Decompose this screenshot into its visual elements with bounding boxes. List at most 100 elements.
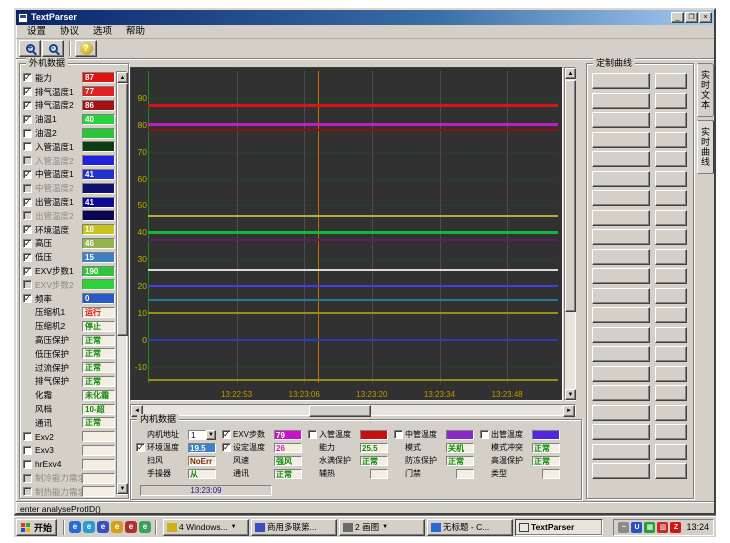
checkbox[interactable] xyxy=(480,430,489,439)
zoom-out-button[interactable]: - xyxy=(42,40,64,57)
checkbox[interactable] xyxy=(23,474,32,483)
restore-button[interactable]: ❐ xyxy=(685,12,698,23)
custom-value-button[interactable] xyxy=(655,366,687,382)
scroll-up-icon[interactable]: ▲ xyxy=(117,72,128,83)
start-button[interactable]: 开始 xyxy=(16,519,57,536)
custom-curve-button[interactable] xyxy=(592,346,650,362)
custom-curve-button[interactable] xyxy=(592,327,650,343)
chart-hscroll-thumb[interactable] xyxy=(309,405,371,417)
media-icon[interactable]: e xyxy=(111,521,123,533)
checkbox[interactable]: ✓ xyxy=(23,267,32,276)
custom-value-button[interactable] xyxy=(655,93,687,109)
help-button[interactable]: ? xyxy=(75,40,97,57)
custom-curve-button[interactable] xyxy=(592,444,650,460)
custom-value-button[interactable] xyxy=(655,112,687,128)
time-cursor-line[interactable] xyxy=(318,71,319,383)
gray-bird-icon[interactable]: ~ xyxy=(618,522,629,533)
checkbox[interactable]: ✓ xyxy=(23,198,32,207)
custom-curve-button[interactable] xyxy=(592,210,650,226)
task-button[interactable]: TextParser xyxy=(515,519,603,536)
task-button[interactable]: 无标题 - C... xyxy=(427,519,513,536)
checkbox[interactable] xyxy=(23,211,32,220)
side-tab-text[interactable]: 实时文本 xyxy=(697,63,714,117)
menu-item[interactable]: 帮助 xyxy=(119,25,152,39)
checkbox[interactable] xyxy=(23,156,32,165)
custom-curve-button[interactable] xyxy=(592,249,650,265)
custom-value-button[interactable] xyxy=(655,171,687,187)
custom-value-button[interactable] xyxy=(655,424,687,440)
custom-value-button[interactable] xyxy=(655,463,687,479)
checkbox[interactable]: ✓ xyxy=(222,443,231,452)
custom-curve-button[interactable] xyxy=(592,171,650,187)
checkbox[interactable] xyxy=(308,430,317,439)
checkbox[interactable]: ✓ xyxy=(23,73,32,82)
custom-curve-button[interactable] xyxy=(592,190,650,206)
custom-value-button[interactable] xyxy=(655,444,687,460)
title-bar[interactable]: TextParser _ ❐ × xyxy=(16,10,714,25)
ie-icon[interactable]: e xyxy=(69,521,81,533)
checkbox[interactable]: ✓ xyxy=(136,443,145,452)
checkbox[interactable] xyxy=(23,280,32,289)
checkbox[interactable]: ✓ xyxy=(23,101,32,110)
custom-value-button[interactable] xyxy=(655,307,687,323)
checkbox[interactable] xyxy=(394,430,403,439)
menu-item[interactable]: 协议 xyxy=(53,25,86,39)
checkbox[interactable] xyxy=(23,129,32,138)
desktop-icon[interactable]: e xyxy=(97,521,109,533)
realtime-chart[interactable]: 9080706050403020100-1013:22:5313:23:0613… xyxy=(130,67,563,401)
custom-value-button[interactable] xyxy=(655,405,687,421)
custom-value-button[interactable] xyxy=(655,268,687,284)
blue-badge-icon[interactable]: U xyxy=(631,522,642,533)
checkbox[interactable]: ✓ xyxy=(23,239,32,248)
menu-item[interactable]: 选项 xyxy=(86,25,119,39)
checkbox[interactable] xyxy=(23,432,32,441)
custom-curve-button[interactable] xyxy=(592,93,650,109)
checkbox[interactable]: ✓ xyxy=(23,170,32,179)
custom-curve-button[interactable] xyxy=(592,132,650,148)
custom-curve-button[interactable] xyxy=(592,288,650,304)
custom-value-button[interactable] xyxy=(655,327,687,343)
custom-curve-button[interactable] xyxy=(592,366,650,382)
indoor-address-dropdown[interactable]: 1▼ xyxy=(188,430,216,440)
custom-curve-button[interactable] xyxy=(592,229,650,245)
custom-value-button[interactable] xyxy=(655,210,687,226)
chart-scroll-up-icon[interactable]: ▲ xyxy=(565,68,576,79)
chart-vscroll-thumb[interactable] xyxy=(565,80,576,312)
checkbox[interactable]: ✓ xyxy=(23,294,32,303)
custom-curve-button[interactable] xyxy=(592,424,650,440)
chevron-down-icon[interactable]: ▼ xyxy=(206,430,216,440)
close-button[interactable]: × xyxy=(699,12,712,23)
task-button[interactable]: 4 Windows...▼ xyxy=(163,519,249,536)
scroll-thumb[interactable] xyxy=(117,83,128,336)
checkbox[interactable] xyxy=(23,184,32,193)
menu-item[interactable]: 设置 xyxy=(20,25,53,39)
checkbox[interactable]: ✓ xyxy=(23,87,32,96)
custom-curve-button[interactable] xyxy=(592,405,650,421)
checkbox[interactable]: ✓ xyxy=(23,115,32,124)
checkbox[interactable] xyxy=(23,142,32,151)
folder-go-icon[interactable]: e xyxy=(139,521,151,533)
custom-value-button[interactable] xyxy=(655,288,687,304)
custom-curve-button[interactable] xyxy=(592,307,650,323)
custom-curve-button[interactable] xyxy=(592,151,650,167)
custom-curve-button[interactable] xyxy=(592,268,650,284)
task-button[interactable]: 2 画图▼ xyxy=(339,519,425,536)
outdoor-scrollbar[interactable]: ▲ ▼ xyxy=(116,71,127,495)
checkbox[interactable]: ✓ xyxy=(222,430,231,439)
zoom-in-button[interactable]: + xyxy=(19,40,41,57)
scroll-down-icon[interactable]: ▼ xyxy=(117,483,128,494)
chart-scroll-down-icon[interactable]: ▼ xyxy=(565,389,576,400)
plot-area[interactable] xyxy=(148,71,558,383)
custom-value-button[interactable] xyxy=(655,73,687,89)
checkbox[interactable] xyxy=(23,460,32,469)
outlook-icon[interactable]: e xyxy=(83,521,95,533)
taskbar-clock[interactable]: 13:24 xyxy=(686,522,709,532)
chart-vscrollbar[interactable]: ▲ ▼ xyxy=(564,67,576,401)
custom-value-button[interactable] xyxy=(655,385,687,401)
custom-curve-button[interactable] xyxy=(592,73,650,89)
custom-value-button[interactable] xyxy=(655,190,687,206)
custom-curve-button[interactable] xyxy=(592,385,650,401)
red-green-network-icon[interactable]: ▥ xyxy=(657,522,668,533)
checkbox[interactable] xyxy=(23,446,32,455)
task-button[interactable]: 商用多联第... xyxy=(251,519,337,536)
